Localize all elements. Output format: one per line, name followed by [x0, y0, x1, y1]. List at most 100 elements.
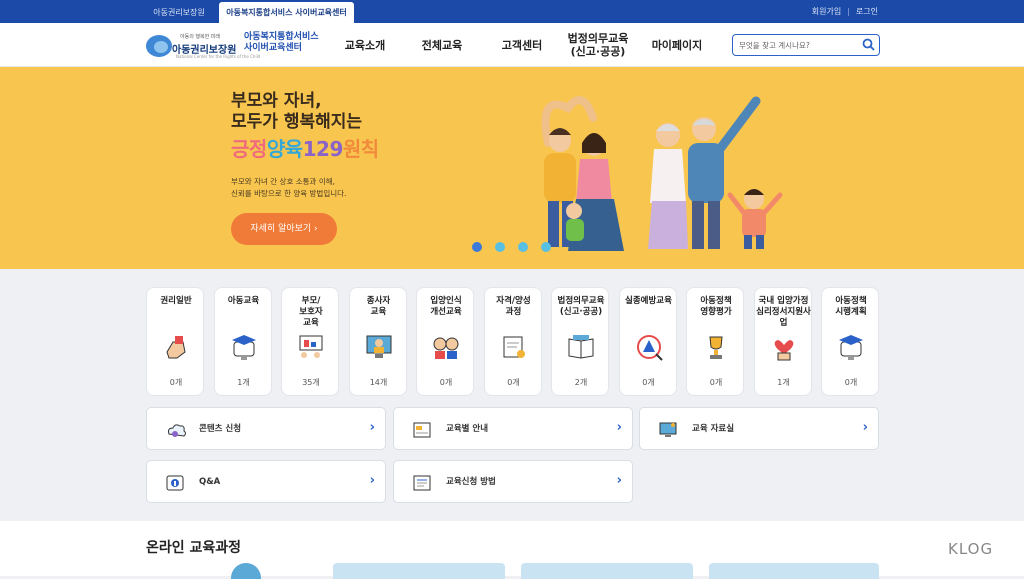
- category-label: 자격/양성 과정: [496, 296, 531, 317]
- category-count: 0개: [439, 378, 453, 387]
- category-count: 1개: [237, 378, 250, 387]
- service-card[interactable]: Q&A ›: [146, 460, 386, 503]
- chevron-right-icon: ›: [862, 420, 868, 435]
- hero-description: 부모와 자녀 간 상호 소통과 이해, 신뢰를 바탕으로 한 양육 방법입니다.: [231, 176, 346, 200]
- signup-link[interactable]: 회원가입: [812, 0, 841, 23]
- category-label: 국내 입양가정 심리정서지원사업: [756, 296, 811, 328]
- monitor-icon: [659, 422, 677, 437]
- service-card[interactable]: 교육 자료실 ›: [639, 407, 879, 450]
- teacher-screen-icon: [366, 335, 391, 358]
- slide-dot[interactable]: [472, 242, 482, 252]
- course-thumb-2[interactable]: [333, 563, 505, 579]
- nav-customer-center[interactable]: 고객센터: [490, 23, 554, 67]
- tab-child-rights[interactable]: 아동권리보장원: [140, 2, 218, 23]
- hero-banner: 부모와 자녀, 모두가 행복해지는 긍정양육129원칙 부모와 자녀 간 상호 …: [0, 67, 1024, 269]
- section-title: 온라인 교육과정: [146, 540, 242, 556]
- course-thumb-4[interactable]: [709, 563, 879, 579]
- category-count: 0개: [642, 378, 655, 387]
- category-card[interactable]: 아동정책 영향평가 0개: [686, 287, 744, 396]
- service-name[interactable]: 아동복지통합서비스 사이버교육센터: [244, 32, 319, 54]
- headline-part-1: 긍정: [231, 137, 267, 161]
- category-label: 아동교육: [227, 296, 260, 306]
- chevron-right-icon: ›: [616, 420, 622, 435]
- document-icon: [413, 422, 431, 438]
- nav-mandatory-education[interactable]: 법정의무교육 (신고·공공): [560, 23, 636, 67]
- category-card[interactable]: 실종예방교육 0개: [618, 287, 677, 396]
- tab-cyber-education[interactable]: 아동복지통합서비스 사이버교육센터: [219, 2, 354, 23]
- category-list: 권리일반 0개 아동교육 1개 부모/보호자 교육 35개 종사자 교육 14개 입양인식 개선교육 0…: [146, 287, 879, 396]
- category-card[interactable]: 권리일반 0개: [146, 287, 204, 396]
- logo[interactable]: 아동의 행복한 미래 아동권리보장원 National Center for t…: [146, 33, 260, 61]
- logo-mark-inner: [154, 41, 168, 53]
- hand-icon: [166, 336, 186, 359]
- category-label: 법정의무교육 (신고·공공): [557, 296, 605, 317]
- top-links: 회원가입 | 로그인: [812, 0, 878, 23]
- learn-more-button[interactable]: 자세히 알아보기 ›: [231, 213, 337, 245]
- book-icon: [568, 335, 594, 359]
- slide-indicators: [472, 242, 551, 252]
- nav-mypage[interactable]: 마이페이지: [641, 23, 713, 67]
- category-count: 0개: [709, 378, 723, 387]
- hero-line1: 부모와 자녀,: [231, 91, 322, 111]
- search-icon[interactable]: [861, 37, 876, 52]
- category-count: 35개: [302, 378, 320, 387]
- info-book-icon: [166, 475, 184, 491]
- top-bar: 아동권리보장원 아동복지통합서비스 사이버교육센터 회원가입 | 로그인: [0, 0, 1024, 23]
- category-label: 종사자 교육: [366, 296, 391, 317]
- chevron-right-icon: ›: [314, 224, 318, 234]
- logo-subtitle: 아동의 행복한 미래: [180, 34, 220, 40]
- hero-desc-line2: 신뢰를 바탕으로 한 양육 방법입니다.: [231, 189, 347, 198]
- category-label: 입양인식 개선교육: [430, 296, 462, 317]
- search-input[interactable]: [739, 38, 859, 52]
- online-courses-section: 온라인 교육과정: [0, 521, 1024, 579]
- category-card[interactable]: 국내 입양가정 심리정서지원사업 1개: [753, 287, 812, 396]
- category-count: 2개: [574, 378, 588, 387]
- service-name-line2: 사이버교육센터: [244, 43, 302, 53]
- hero-line2: 모두가 행복해지는: [231, 112, 363, 132]
- warning-search-icon: [636, 335, 663, 361]
- login-link[interactable]: 로그인: [856, 0, 878, 23]
- separator: |: [847, 7, 850, 16]
- nav-about[interactable]: 교육소개: [333, 23, 397, 67]
- service-card[interactable]: 교육별 안내 ›: [393, 407, 633, 450]
- service-label: 교육 자료실: [692, 424, 735, 434]
- slide-dot[interactable]: [495, 242, 505, 252]
- headline-part-4: 원칙: [342, 137, 379, 161]
- headline-part-2: 양육: [266, 137, 303, 161]
- service-label: 교육신청 방법: [446, 477, 496, 487]
- category-count: 0개: [169, 378, 183, 387]
- chevron-right-icon: ›: [369, 420, 375, 435]
- category-count: 0개: [844, 378, 858, 387]
- category-card[interactable]: 아동정책 시행계획 0개: [821, 287, 879, 396]
- category-card[interactable]: 부모/보호자 교육 35개: [281, 287, 339, 396]
- headline-part-3: 129: [302, 137, 344, 161]
- service-card[interactable]: 콘텐츠 신청 ›: [146, 407, 386, 450]
- category-label: 아동정책 시행계획: [835, 296, 867, 317]
- service-label: 콘텐츠 신청: [199, 424, 242, 434]
- category-label: 권리일반: [160, 296, 192, 306]
- heart-hand-icon: [774, 340, 793, 361]
- nav-all-courses[interactable]: 전체교육: [410, 23, 474, 67]
- category-card[interactable]: 법정의무교육 (신고·공공) 2개: [551, 287, 609, 396]
- logo-english: National Center for the Rights of the Ch…: [176, 54, 261, 59]
- chevron-right-icon: ›: [369, 473, 375, 488]
- category-card[interactable]: 종사자 교육 14개: [348, 287, 407, 396]
- slide-dot[interactable]: [541, 242, 551, 252]
- slide-dot[interactable]: [518, 242, 528, 252]
- service-label: Q&A: [199, 477, 221, 487]
- category-card[interactable]: 아동교육 1개: [213, 287, 272, 396]
- course-thumb-3[interactable]: [521, 563, 693, 579]
- learn-more-label: 자세히 알아보기: [250, 224, 312, 234]
- category-card[interactable]: 입양인식 개선교육 0개: [416, 287, 474, 396]
- course-thumb-1[interactable]: [231, 563, 261, 579]
- category-count: 0개: [507, 378, 520, 387]
- graduation-cap-icon: [231, 335, 256, 360]
- service-label: 교육별 안내: [446, 424, 489, 434]
- hero-desc-line1: 부모와 자녀 간 상호 소통과 이해,: [231, 177, 336, 186]
- category-label: 아동정책 영향평가: [700, 296, 732, 317]
- category-card[interactable]: 자격/양성 과정 0개: [483, 287, 542, 396]
- watermark: KLOG: [948, 540, 994, 558]
- category-count: 14개: [369, 378, 388, 387]
- family-board-icon: [299, 335, 323, 358]
- service-card[interactable]: 교육신청 방법 ›: [393, 460, 633, 503]
